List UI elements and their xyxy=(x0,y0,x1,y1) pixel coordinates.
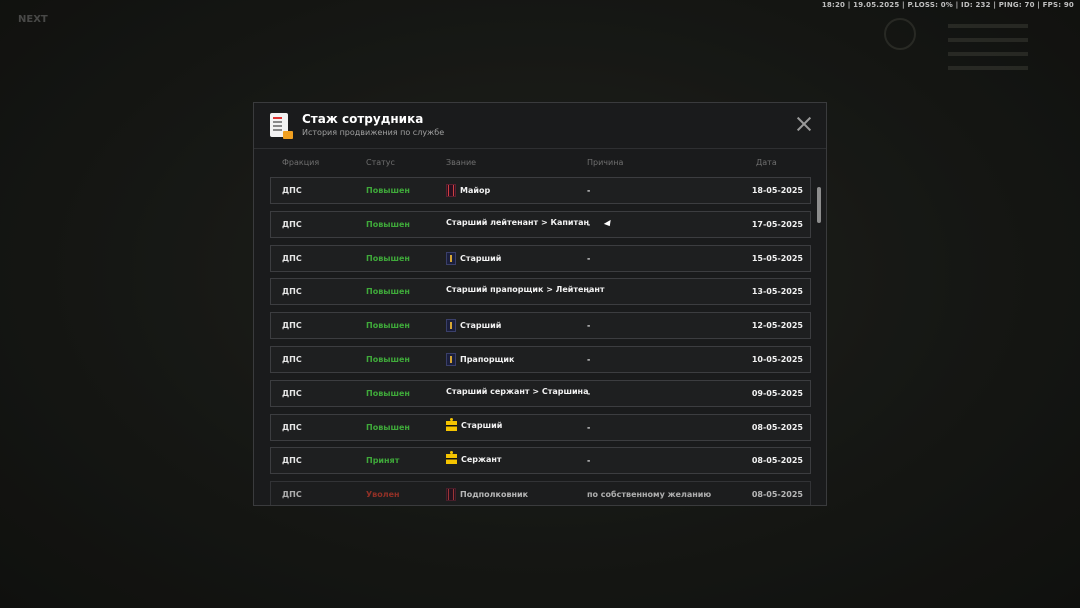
row-reason: - xyxy=(587,422,591,432)
row-status: Повышен xyxy=(366,287,410,297)
history-row: ДПС Повышен Старший - 12-05-2025 xyxy=(270,312,811,340)
column-header-date: Дата xyxy=(756,158,777,167)
row-rank: Старший лейтенант > Капитан xyxy=(446,218,589,227)
row-rank: Подполковник xyxy=(446,488,529,502)
row-date: 13-05-2025 xyxy=(751,287,803,297)
row-date: 08-05-2025 xyxy=(751,490,803,500)
modal-header: Стаж сотрудника История продвижения по с… xyxy=(254,103,826,149)
row-faction: ДПС xyxy=(282,253,302,263)
row-faction: ДПС xyxy=(282,186,302,195)
row-date: 18-05-2025 xyxy=(751,186,803,195)
document-icon xyxy=(270,113,293,139)
row-reason: по собственному желанию xyxy=(587,490,712,500)
history-row: ДПС Повышен Старший - 08-05-2025 xyxy=(270,413,811,441)
row-reason: - xyxy=(587,253,591,263)
history-row: ДПС Повышен Старший лейтенант > Капитан - 17… xyxy=(270,210,811,238)
service-history-modal: Стаж сотрудника История продвижения по с… xyxy=(253,102,827,506)
history-list: ДПС Повышен Майор - 18-05-2025 ДПС Повышен Стар… xyxy=(270,177,811,505)
row-status: Повышен xyxy=(366,186,410,195)
navy-epaulette-icon xyxy=(446,319,456,333)
gold-stripes-icon xyxy=(446,451,457,465)
row-faction: ДПС xyxy=(282,219,302,229)
row-rank-label: Прапорщик xyxy=(460,354,515,364)
row-status: Повышен xyxy=(366,354,410,364)
row-date: 17-05-2025 xyxy=(751,219,803,229)
row-status: Повышен xyxy=(366,253,410,263)
row-reason: - xyxy=(587,219,591,229)
row-reason: - xyxy=(587,287,591,297)
history-row: ДПС Принят Сержант - 08-05-2025 xyxy=(270,447,811,475)
row-date: 09-05-2025 xyxy=(751,388,803,398)
navy-epaulette-icon xyxy=(446,251,456,265)
column-header-reason: Причина xyxy=(587,158,624,167)
row-faction: ДПС xyxy=(282,388,302,398)
row-status: Уволен xyxy=(366,490,400,500)
row-reason: - xyxy=(587,388,591,398)
row-rank: Старший xyxy=(446,417,503,431)
row-rank-label: Старший xyxy=(460,321,502,331)
row-rank: Старший xyxy=(446,319,502,333)
row-rank: Старший прапорщик > Лейтенант xyxy=(446,285,605,294)
row-rank-label: Старший прапорщик > Лейтенант xyxy=(446,285,605,295)
maroon-stripes-icon xyxy=(446,488,456,502)
row-rank-label: Старший лейтенант > Капитан xyxy=(446,217,590,227)
row-reason: - xyxy=(587,186,591,195)
row-rank: Сержант xyxy=(446,451,502,465)
row-reason: - xyxy=(587,354,591,364)
row-date: 10-05-2025 xyxy=(751,354,803,364)
row-reason: - xyxy=(587,321,591,331)
row-rank-label: Старший сержант > Старшина xyxy=(446,386,589,396)
row-rank: Старший сержант > Старшина xyxy=(446,387,588,396)
modal-title: Стаж сотрудника xyxy=(302,112,424,126)
row-date: 15-05-2025 xyxy=(751,253,803,263)
row-faction: ДПС xyxy=(282,321,302,331)
row-status: Повышен xyxy=(366,422,410,432)
scrollbar[interactable] xyxy=(817,187,821,497)
row-faction: ДПС xyxy=(282,422,302,432)
row-status: Повышен xyxy=(366,219,410,229)
row-status: Повышен xyxy=(366,321,410,331)
row-reason: - xyxy=(587,456,591,466)
row-rank-label: Подполковник xyxy=(460,490,529,500)
row-rank: Майор xyxy=(446,184,490,197)
row-rank-label: Сержант xyxy=(461,454,502,464)
row-rank-label: Старший xyxy=(460,253,502,263)
history-row: ДПС Повышен Майор - 18-05-2025 xyxy=(270,177,811,204)
history-row: ДПС Уволен Подполковник по собственному жел… xyxy=(270,481,811,505)
row-date: 12-05-2025 xyxy=(751,321,803,331)
row-faction: ДПС xyxy=(282,287,302,297)
row-faction: ДПС xyxy=(282,354,302,364)
row-faction: ДПС xyxy=(282,490,302,500)
history-row: ДПС Повышен Старший прапорщик > Лейтенант -… xyxy=(270,278,811,306)
row-date: 08-05-2025 xyxy=(751,456,803,466)
row-faction: ДПС xyxy=(282,456,302,466)
history-row: ДПС Повышен Старший сержант > Старшина - 09-… xyxy=(270,379,811,407)
maroon-stripes-icon xyxy=(446,184,456,197)
row-date: 08-05-2025 xyxy=(751,422,803,432)
gold-stripes-icon xyxy=(446,417,457,431)
row-rank: Прапорщик xyxy=(446,352,515,366)
row-status: Принят xyxy=(366,456,400,466)
column-header-rank: Звание xyxy=(446,158,477,167)
history-row: ДПС Повышен Прапорщик - 10-05-2025 xyxy=(270,345,811,373)
column-header-status: Статус xyxy=(366,158,395,167)
navy-epaulette-icon xyxy=(446,352,456,366)
row-rank-label: Майор xyxy=(460,186,491,195)
scrollbar-thumb[interactable] xyxy=(817,187,821,223)
row-rank: Старший xyxy=(446,251,502,265)
close-icon[interactable] xyxy=(796,116,812,132)
row-rank-label: Старший xyxy=(461,421,503,431)
column-header-faction: Фракция xyxy=(282,158,320,167)
row-status: Повышен xyxy=(366,388,410,398)
history-row: ДПС Повышен Старший - 15-05-2025 xyxy=(270,244,811,272)
modal-subtitle: История продвижения по службе xyxy=(302,128,445,137)
